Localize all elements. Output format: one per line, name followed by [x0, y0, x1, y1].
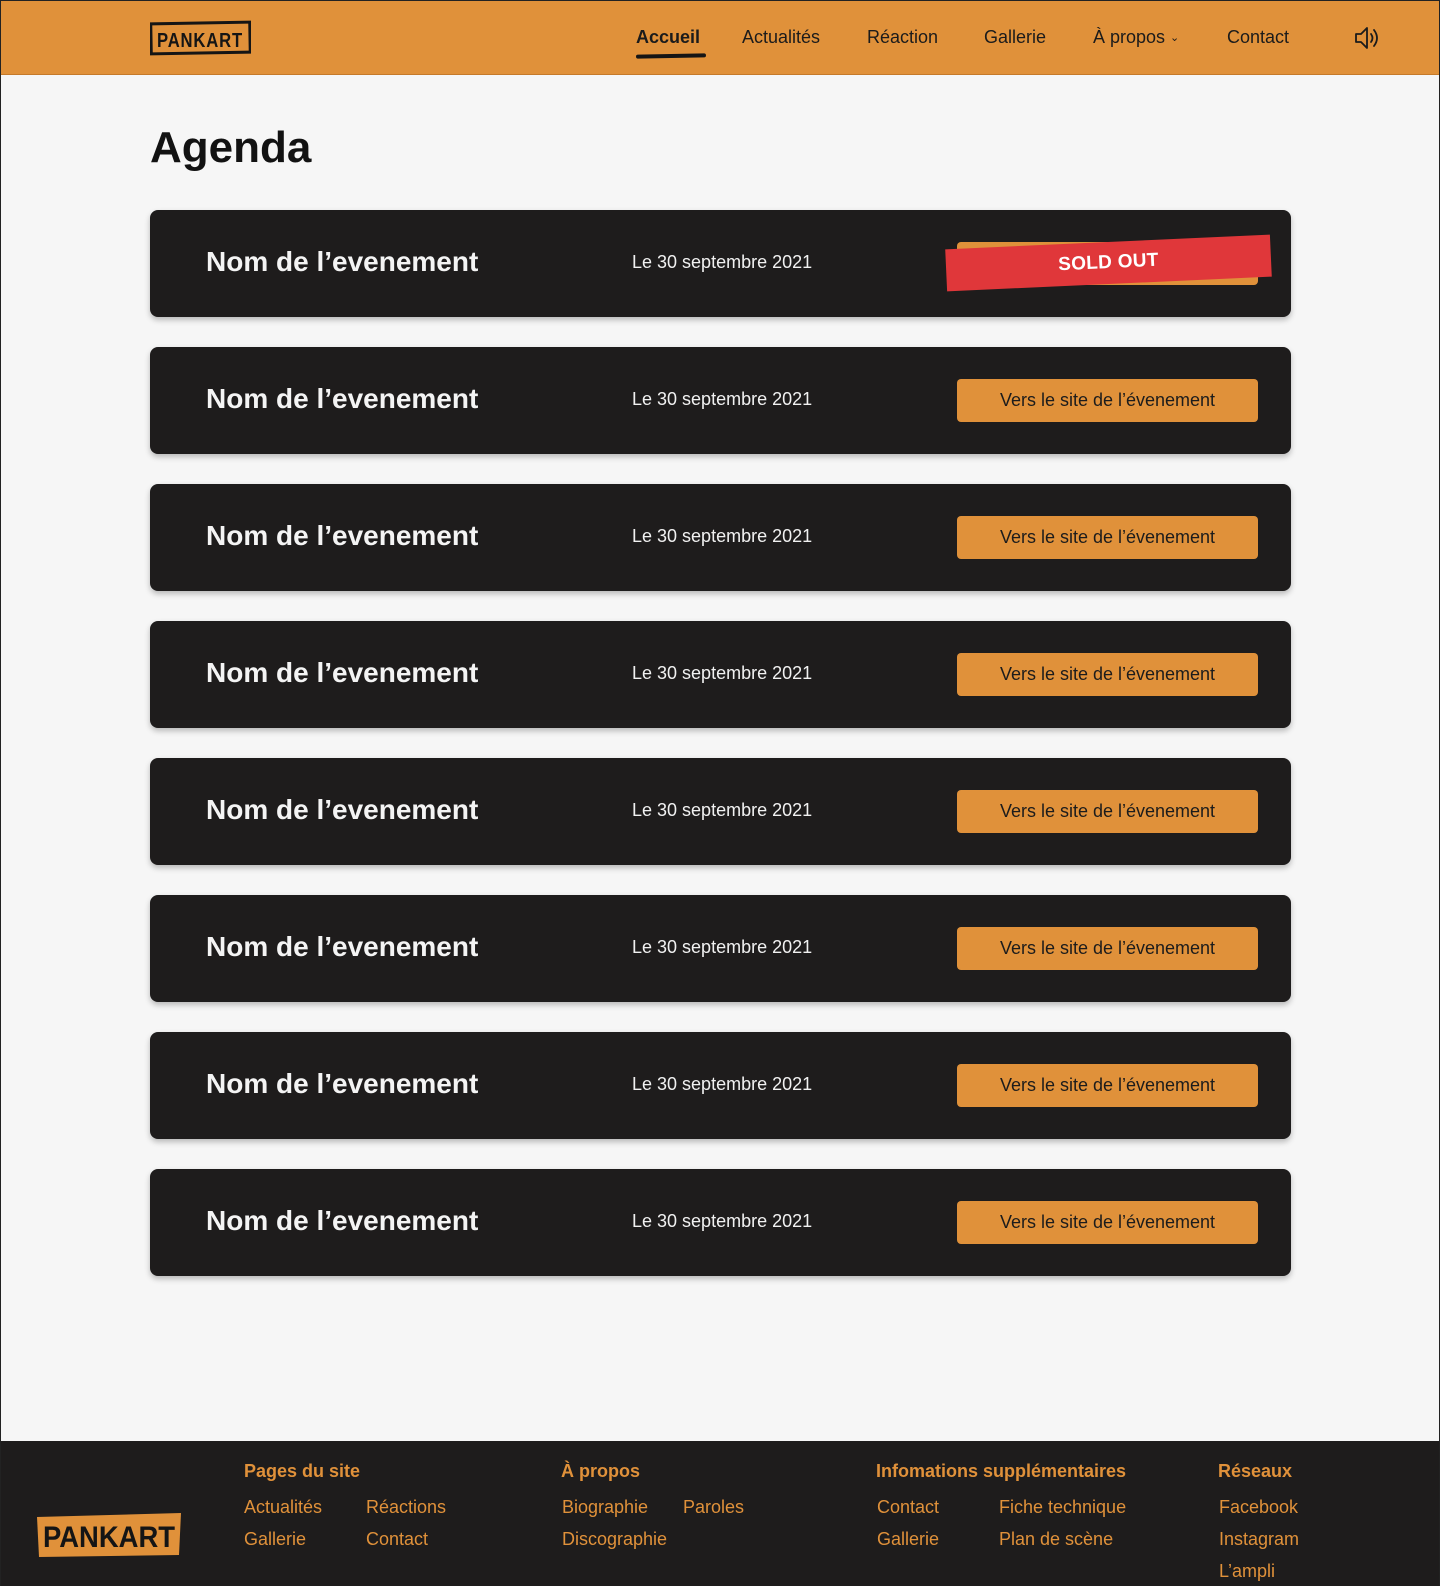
site-header: PANKART Accueil Actualités Réaction Gall… — [1, 1, 1439, 75]
nav-label: Contact — [1227, 27, 1290, 47]
event-name: Nom de l’evenement — [206, 383, 479, 414]
nav-item-a-propos[interactable]: À propos ⌄ — [1093, 27, 1179, 48]
event-site-button[interactable]: Vers le site de l’évenement — [957, 653, 1258, 696]
footer-heading: Pages du site — [244, 1461, 361, 1481]
footer-heading: Infomations supplémentaires — [876, 1461, 1127, 1481]
footer-heading: Réseaux — [1218, 1461, 1293, 1481]
nav-label: Actualités — [742, 27, 821, 47]
footer-link-gallerie[interactable]: Gallerie — [244, 1529, 306, 1550]
footer-col-infos: Infomations supplémentaires — [876, 1461, 1126, 1482]
event-site-button[interactable]: Vers le site de l’évenement — [957, 516, 1258, 559]
event-card: Nom de l’evenement Le 30 septembre 2021 … — [150, 1169, 1291, 1276]
nav-item-accueil[interactable]: Accueil — [635, 27, 707, 59]
footer-link-biographie[interactable]: Biographie — [562, 1497, 648, 1518]
footer-link-reactions[interactable]: Réactions — [366, 1497, 446, 1518]
main-nav: Accueil Actualités Réaction Gallerie À p… — [621, 1, 1439, 75]
pankart-logo[interactable]: PANKART — [150, 20, 251, 56]
page-title: Agenda — [150, 123, 312, 172]
footer-link-fiche-technique[interactable]: Fiche technique — [999, 1497, 1126, 1518]
event-date: Le 30 septembre 2021 — [632, 1211, 813, 1231]
footer-heading: À propos — [561, 1461, 640, 1481]
footer-pankart-logo[interactable]: PANKART — [35, 1511, 183, 1559]
footer-link-actualites[interactable]: Actualités — [244, 1497, 322, 1518]
chevron-down-icon: ⌄ — [1170, 32, 1180, 44]
footer-link-l-ampli[interactable]: L’ampli — [1219, 1561, 1275, 1582]
footer-col-pages: Pages du site — [244, 1461, 360, 1482]
event-site-button[interactable]: Vers le site de l’évenement — [957, 790, 1258, 833]
footer-logo-text: PANKART — [43, 1521, 175, 1554]
nav-label: À propos — [1093, 27, 1166, 47]
event-date: Le 30 septembre 2021 — [632, 663, 813, 683]
footer-link-contact[interactable]: Contact — [366, 1529, 428, 1550]
footer-col-reseaux: Réseaux — [1218, 1461, 1292, 1482]
nav-item-reaction[interactable]: Réaction — [867, 27, 938, 48]
event-card: Nom de l’evenement Le 30 septembre 2021 … — [150, 1032, 1291, 1139]
event-card: Nom de l’evenement Le 30 septembre 2021 … — [150, 347, 1291, 454]
event-date: Le 30 septembre 2021 — [632, 526, 813, 546]
logo-text: PANKART — [157, 30, 243, 52]
event-card: Nom de l’evenement Le 30 septembre 2021 … — [150, 484, 1291, 591]
site-footer: PANKART Pages du site Actualités Réactio… — [1, 1441, 1439, 1586]
footer-link-gallerie-info[interactable]: Gallerie — [877, 1529, 939, 1550]
event-name: Nom de l’evenement — [206, 794, 479, 825]
event-card: Nom de l’evenement Le 30 septembre 2021 … — [150, 210, 1291, 317]
event-date: Le 30 septembre 2021 — [632, 252, 813, 272]
event-date: Le 30 septembre 2021 — [632, 1074, 813, 1094]
event-card: Nom de l’evenement Le 30 septembre 2021 … — [150, 758, 1291, 865]
event-site-button[interactable]: Vers le site de l’évenement — [957, 1201, 1258, 1244]
event-name: Nom de l’evenement — [206, 931, 479, 962]
event-site-button[interactable]: Vers le site de l’évenement — [957, 1064, 1258, 1107]
speaker-icon[interactable] — [1353, 25, 1381, 51]
footer-col-a-propos: À propos — [561, 1461, 640, 1482]
event-name: Nom de l’evenement — [206, 657, 479, 688]
nav-item-gallerie[interactable]: Gallerie — [984, 27, 1046, 48]
nav-item-contact[interactable]: Contact — [1227, 27, 1289, 48]
event-date: Le 30 septembre 2021 — [632, 800, 813, 820]
nav-label: Gallerie — [984, 27, 1047, 47]
active-underline — [635, 53, 707, 59]
event-date: Le 30 septembre 2021 — [632, 389, 813, 409]
nav-label: Réaction — [867, 27, 939, 47]
event-name: Nom de l’evenement — [206, 520, 479, 551]
nav-item-actualites[interactable]: Actualités — [742, 27, 820, 48]
event-card: Nom de l’evenement Le 30 septembre 2021 … — [150, 895, 1291, 1002]
event-site-button[interactable]: Vers le site de l’évenement — [957, 927, 1258, 970]
nav-label: Accueil — [636, 27, 701, 47]
footer-link-paroles[interactable]: Paroles — [683, 1497, 744, 1518]
event-name: Nom de l’evenement — [206, 1068, 479, 1099]
footer-link-instagram[interactable]: Instagram — [1219, 1529, 1299, 1550]
event-name: Nom de l’evenement — [206, 1205, 479, 1236]
footer-link-plan-de-scene[interactable]: Plan de scène — [999, 1529, 1113, 1550]
event-card: Nom de l’evenement Le 30 septembre 2021 … — [150, 621, 1291, 728]
event-name: Nom de l’evenement — [206, 246, 479, 277]
footer-link-discographie[interactable]: Discographie — [562, 1529, 667, 1550]
footer-link-facebook[interactable]: Facebook — [1219, 1497, 1298, 1518]
footer-link-contact-info[interactable]: Contact — [877, 1497, 939, 1518]
event-date: Le 30 septembre 2021 — [632, 937, 813, 957]
event-site-button[interactable]: Vers le site de l’évenement — [957, 379, 1258, 422]
